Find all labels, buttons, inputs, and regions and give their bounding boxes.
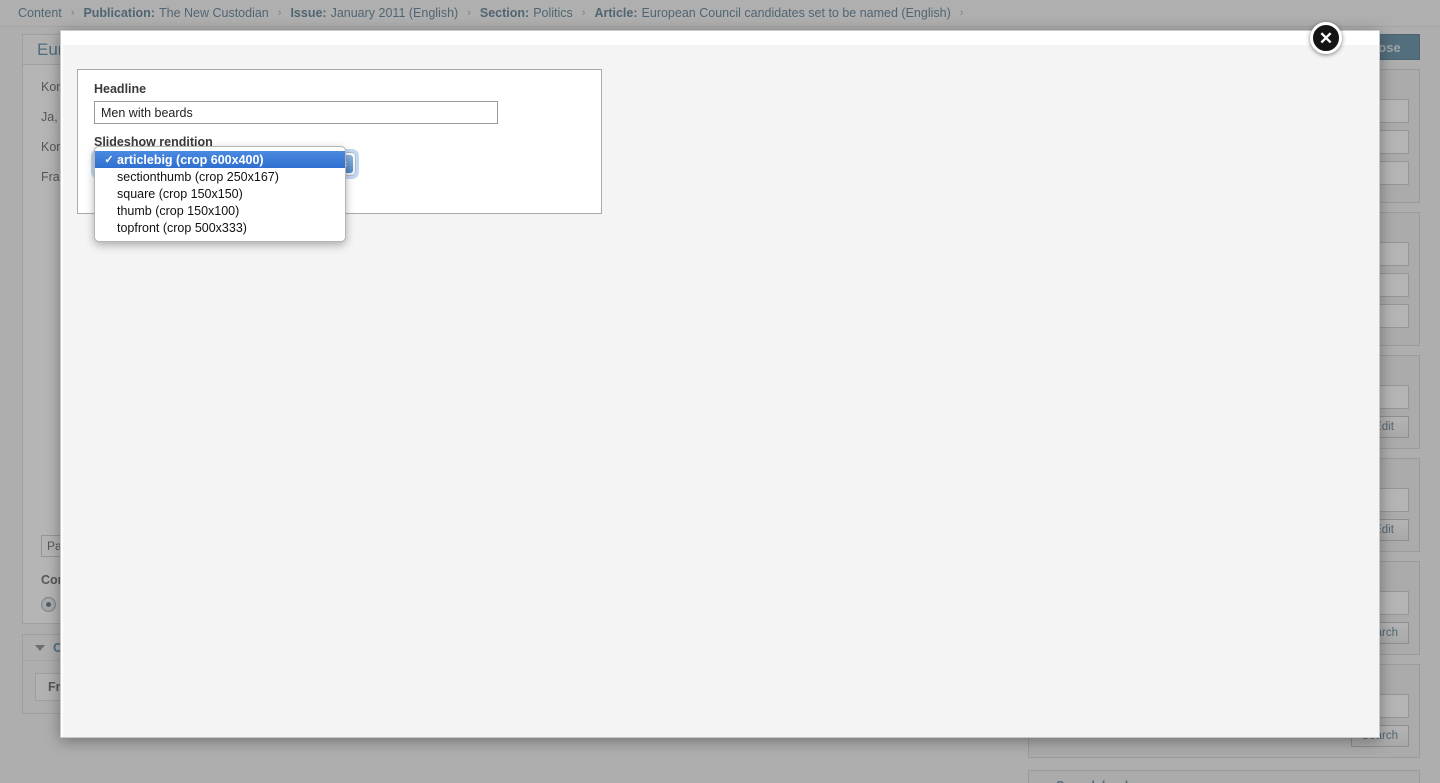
- dropdown-option-label: thumb (crop 150x100): [117, 203, 240, 218]
- breadcrumb-item-content[interactable]: Content: [18, 6, 62, 20]
- slideshow-edit-modal: Headline Men with beards Slideshow rendi…: [60, 30, 1380, 738]
- breadcrumb-label: European Council candidates set to be na…: [641, 6, 951, 20]
- breadcrumb-label: Politics: [533, 6, 573, 20]
- dropdown-option-sectionthumb[interactable]: sectionthumb (crop 250x167): [95, 168, 345, 185]
- dropdown-option-topfront[interactable]: topfront (crop 500x333): [95, 219, 345, 236]
- chevron-right-icon: ›: [70, 7, 75, 19]
- breadcrumb-key: Section:: [479, 6, 530, 20]
- headline-input[interactable]: Men with beards: [94, 101, 498, 124]
- dropdown-option-thumb[interactable]: thumb (crop 150x100): [95, 202, 345, 219]
- breadcrumb-key: Issue:: [290, 6, 327, 20]
- dropdown-option-articlebig[interactable]: ✓ articlebig (crop 600x400): [95, 151, 345, 168]
- breadcrumb-item-section[interactable]: Section: Politics: [480, 6, 573, 20]
- screen-root: Content › Publication: The New Custodian …: [0, 0, 1440, 783]
- triangle-down-icon: [35, 644, 45, 651]
- breadcrumb-item-article[interactable]: Article: European Council candidates set …: [594, 6, 950, 20]
- dropdown-option-label: sectionthumb (crop 250x167): [117, 169, 279, 184]
- dropdown-option-label: square (crop 150x150): [117, 186, 243, 201]
- dropdown-option-label: topfront (crop 500x333): [117, 220, 247, 235]
- breadcrumb-item-issue[interactable]: Issue: January 2011 (English): [290, 6, 458, 20]
- breadcrumb-key: Article:: [594, 6, 638, 20]
- chevron-right-icon: ›: [277, 7, 282, 19]
- breadcrumb: Content › Publication: The New Custodian …: [0, 0, 1440, 27]
- breadcrumb-item-publication[interactable]: Publication: The New Custodian: [83, 6, 268, 20]
- dropdown-option-square[interactable]: square (crop 150x150): [95, 185, 345, 202]
- sidebar-panel-soundcloud: Soundcloud: [1028, 770, 1420, 783]
- rendition-dropdown-list[interactable]: ✓ articlebig (crop 600x400) sectionthumb…: [94, 146, 346, 242]
- comments-radio[interactable]: [41, 597, 56, 612]
- check-icon: ✓: [104, 154, 114, 166]
- breadcrumb-label: The New Custodian: [158, 6, 269, 20]
- chevron-right-icon: ›: [467, 7, 471, 19]
- breadcrumb-label: January 2011 (English): [330, 6, 459, 20]
- breadcrumb-key: Publication:: [83, 6, 155, 20]
- modal-content-area: Headline Men with beards Slideshow rendi…: [63, 45, 1379, 737]
- chevron-right-icon: ›: [581, 7, 586, 19]
- soundcloud-panel-title: Soundcloud: [1056, 779, 1128, 783]
- headline-label: Headline: [94, 82, 147, 96]
- slideshow-form-card: Headline Men with beards Slideshow rendi…: [77, 69, 602, 242]
- breadcrumb-label: Content: [18, 6, 62, 20]
- close-icon[interactable]: ✕: [1310, 22, 1342, 54]
- chevron-right-icon: ›: [959, 7, 964, 19]
- dropdown-option-label: articlebig (crop 600x400): [117, 152, 264, 167]
